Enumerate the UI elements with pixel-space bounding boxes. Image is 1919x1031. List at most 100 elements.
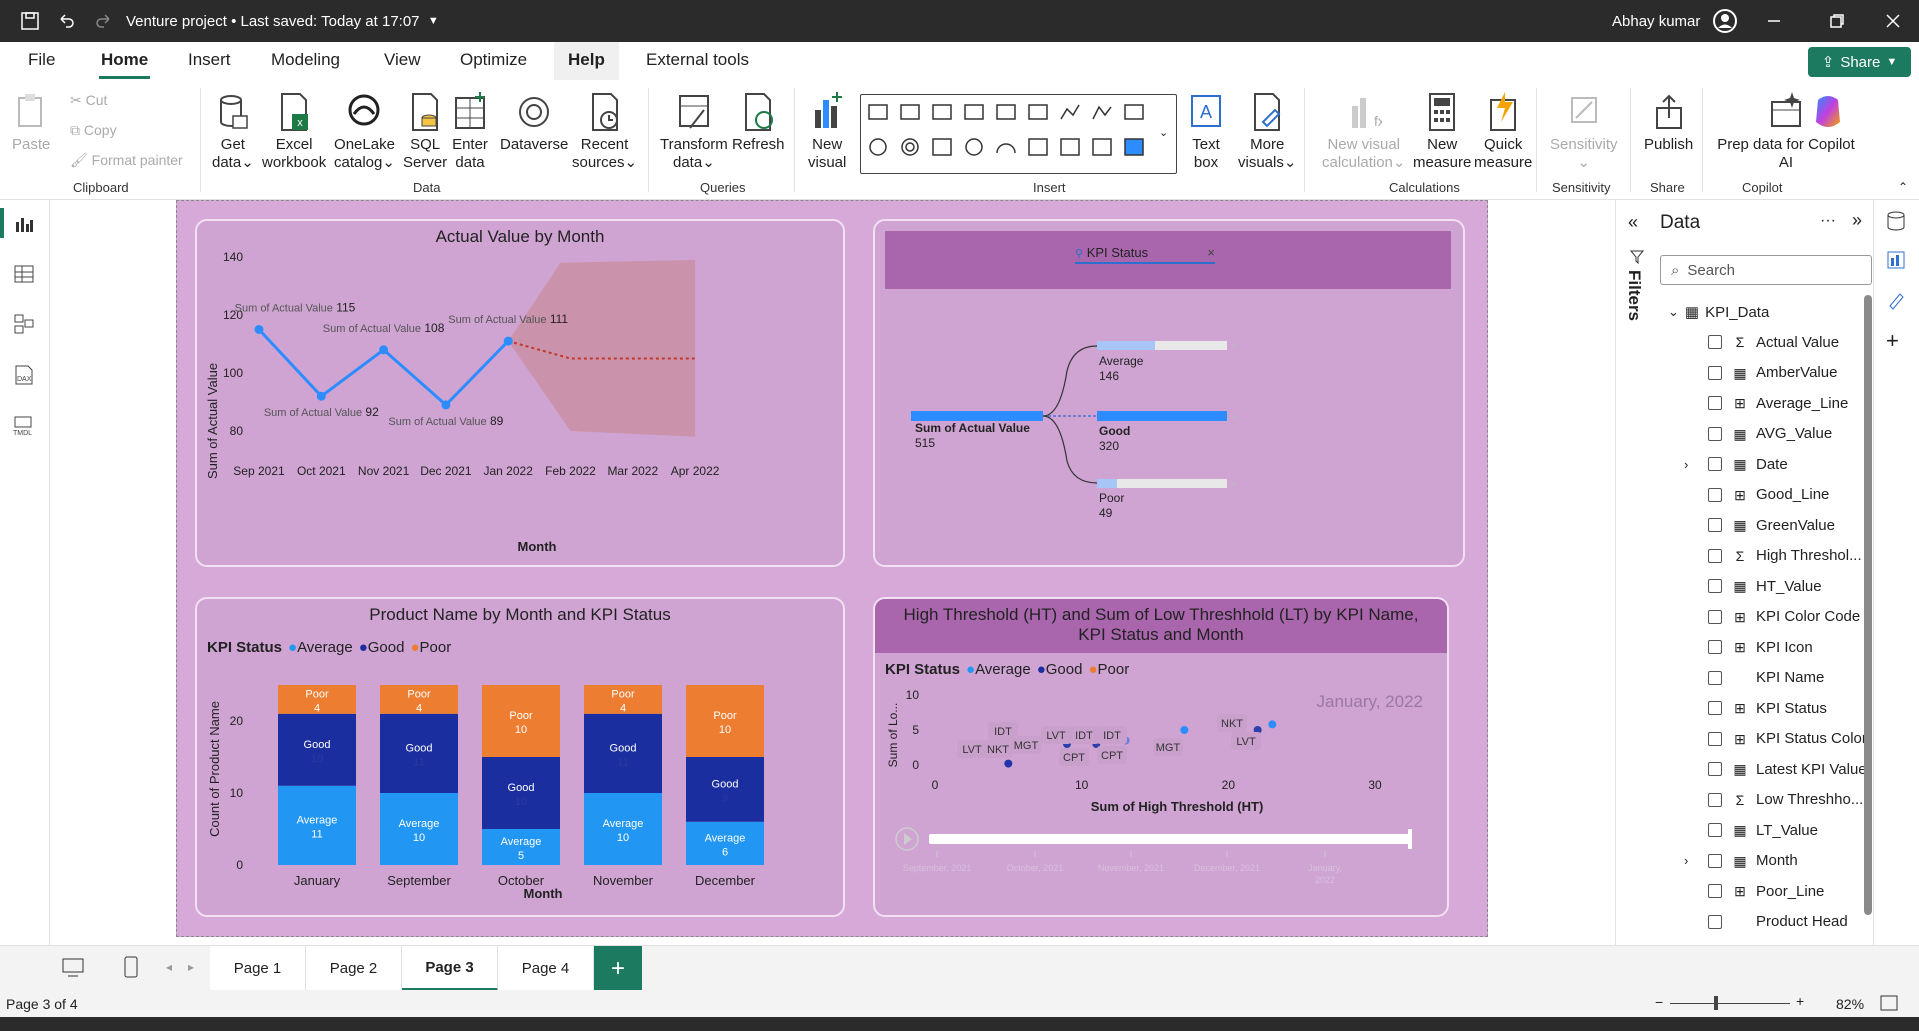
tree-node-average[interactable]: Average 146: [1099, 354, 1143, 384]
field-item[interactable]: Σ High Threshol...: [1708, 541, 1862, 571]
line-chart-visual[interactable]: Actual Value by Month Sum of Actual Valu…: [195, 219, 845, 567]
field-checkbox[interactable]: [1708, 792, 1722, 807]
chevron-right-icon[interactable]: ›: [1684, 853, 1688, 868]
field-item[interactable]: ▦ AmberValue: [1708, 358, 1837, 388]
field-checkbox[interactable]: [1708, 396, 1722, 410]
field-item[interactable]: ▦ LT_Value: [1708, 815, 1818, 845]
enter-data-button[interactable]: Enter data: [452, 92, 488, 172]
field-item[interactable]: ⊞ KPI Status: [1708, 693, 1827, 723]
undo-icon[interactable]: [56, 0, 76, 42]
document-title[interactable]: Venture project • Last saved: Today at 1…: [126, 0, 439, 42]
get-data-button[interactable]: Get data⌄: [212, 92, 254, 172]
table-view-icon[interactable]: [14, 264, 34, 288]
more-options-icon[interactable]: ···: [1820, 212, 1836, 230]
text-box-button[interactable]: A Text box: [1188, 92, 1224, 172]
menu-external-tools[interactable]: External tools: [646, 50, 749, 70]
zoom-slider-handle[interactable]: [1714, 996, 1718, 1010]
gallery-expand-icon[interactable]: ⌄: [1159, 126, 1168, 139]
save-icon[interactable]: [20, 0, 40, 42]
filters-label[interactable]: Filters: [1624, 270, 1644, 321]
sql-server-button[interactable]: SQL Server: [403, 92, 447, 172]
tmdl-view-icon[interactable]: TMDL: [12, 414, 36, 440]
new-measure-button[interactable]: New measure: [1413, 92, 1471, 172]
decomposition-tree-visual[interactable]: ⚲ KPI Status × + + + Sum of Actual Value 51…: [873, 219, 1465, 567]
field-item[interactable]: ▦ GreenValue: [1708, 510, 1835, 540]
transform-data-button[interactable]: Transform data⌄: [660, 92, 728, 172]
field-item[interactable]: Σ Actual Value: [1708, 327, 1839, 357]
model-view-icon[interactable]: [14, 314, 34, 338]
user-name[interactable]: Abhay kumar: [1612, 0, 1700, 42]
dataverse-button[interactable]: Dataverse: [500, 92, 568, 154]
data-pane-icon[interactable]: [1886, 210, 1906, 236]
report-view-icon[interactable]: [14, 214, 34, 238]
menu-file[interactable]: File: [28, 50, 55, 70]
visual-gallery[interactable]: [860, 94, 1177, 174]
format-pane-icon[interactable]: [1886, 290, 1906, 314]
field-checkbox[interactable]: [1708, 426, 1722, 441]
format-painter-button[interactable]: 🖌 Format painter: [70, 152, 183, 169]
field-item[interactable]: › ▦ Month: [1684, 846, 1798, 876]
menu-optimize[interactable]: Optimize: [460, 50, 527, 70]
field-checkbox[interactable]: [1708, 335, 1722, 349]
field-item[interactable]: ▦ AVG_Value: [1708, 419, 1832, 449]
menu-modeling[interactable]: Modeling: [271, 50, 340, 70]
field-checkbox[interactable]: [1708, 731, 1722, 746]
field-item[interactable]: ⊞ Average_Line: [1708, 388, 1848, 418]
fit-to-page-icon[interactable]: [1880, 995, 1898, 1014]
tab-page-2[interactable]: Page 2: [306, 946, 402, 991]
close-icon[interactable]: [1886, 0, 1900, 42]
field-checkbox[interactable]: [1708, 701, 1722, 715]
field-item[interactable]: › ▦ Date: [1684, 449, 1788, 479]
scrollbar[interactable]: [1864, 295, 1872, 915]
scatter-visual[interactable]: High Threshold (HT) and Sum of Low Thres…: [873, 597, 1449, 917]
field-checkbox[interactable]: [1708, 640, 1722, 654]
field-checkbox[interactable]: [1708, 579, 1722, 593]
dax-query-view-icon[interactable]: DAX: [12, 364, 34, 388]
field-checkbox[interactable]: [1708, 853, 1722, 868]
field-checkbox[interactable]: [1708, 823, 1722, 837]
tree-node-poor[interactable]: Poor 49: [1099, 491, 1124, 521]
more-visuals-button[interactable]: More visuals⌄: [1238, 92, 1296, 172]
field-item[interactable]: ⊞ Good_Line: [1708, 480, 1829, 510]
field-checkbox[interactable]: [1708, 365, 1722, 380]
field-checkbox[interactable]: [1708, 884, 1722, 898]
tab-page-1[interactable]: Page 1: [210, 946, 306, 991]
field-checkbox[interactable]: [1708, 670, 1722, 685]
next-page-icon[interactable]: ▸: [188, 960, 194, 974]
restore-icon[interactable]: [1830, 0, 1844, 42]
publish-button[interactable]: Publish: [1644, 92, 1693, 154]
field-checkbox[interactable]: [1708, 609, 1722, 624]
field-checkbox[interactable]: [1708, 914, 1722, 929]
excel-workbook-button[interactable]: x Excel workbook: [262, 92, 326, 172]
desktop-layout-icon[interactable]: [62, 958, 84, 982]
menu-view[interactable]: View: [384, 50, 421, 70]
field-checkbox[interactable]: [1708, 762, 1722, 776]
collapse-pane-icon[interactable]: »: [1852, 210, 1862, 231]
field-item[interactable]: ⊞ KPI Color Code: [1708, 602, 1860, 632]
menu-help[interactable]: Help: [554, 42, 619, 80]
add-pane-icon[interactable]: +: [1886, 328, 1899, 354]
field-checkbox[interactable]: [1708, 487, 1722, 502]
sensitivity-button[interactable]: Sensitivity ⌄: [1550, 92, 1618, 172]
avatar-icon[interactable]: [1712, 0, 1738, 42]
paste-button[interactable]: Paste: [12, 92, 50, 154]
visualizations-pane-icon[interactable]: [1886, 250, 1906, 274]
field-item[interactable]: Σ Low Threshho...: [1708, 785, 1863, 815]
cut-button[interactable]: ✂ Cut: [70, 92, 107, 109]
filters-pane-collapsed[interactable]: « Filters: [1615, 200, 1658, 945]
tree-node-good[interactable]: Good 320: [1099, 424, 1130, 454]
zoom-slider[interactable]: [1670, 1003, 1790, 1004]
chevron-down-icon[interactable]: ⌄: [1668, 304, 1679, 320]
field-checkbox[interactable]: [1708, 518, 1722, 532]
table-node[interactable]: ⌄ ▦ KPI_Data: [1668, 297, 1769, 327]
new-visual-calculation-button[interactable]: fx New visual calculation⌄: [1322, 92, 1405, 172]
mobile-layout-icon[interactable]: [124, 956, 138, 982]
field-item[interactable]: ⊞ Poor_Line: [1708, 876, 1824, 906]
field-item[interactable]: Product Head: [1708, 907, 1848, 937]
menu-home[interactable]: Home: [101, 50, 148, 70]
zoom-in-icon[interactable]: +: [1796, 993, 1804, 1009]
field-item[interactable]: KPI Name: [1708, 663, 1824, 693]
field-item[interactable]: ▦ Latest KPI Value: [1708, 754, 1867, 784]
copy-button[interactable]: ⧉ Copy: [70, 122, 117, 139]
zoom-out-icon[interactable]: −: [1655, 994, 1663, 1010]
